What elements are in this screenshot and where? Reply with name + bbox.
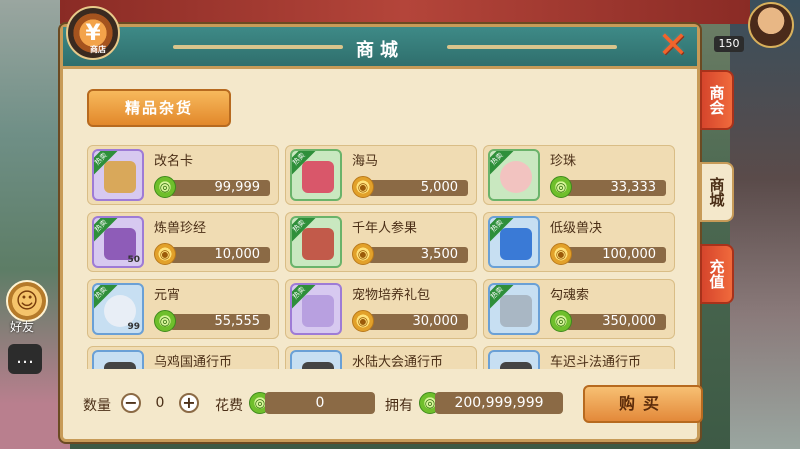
item-price: 30,000 <box>368 314 468 330</box>
owned-label: 拥有 <box>385 398 413 414</box>
item-icon: 热卖 50 <box>92 216 144 268</box>
silver-coin-icon: ◎ <box>154 310 176 332</box>
gold-coin-icon: ◉ <box>352 310 374 332</box>
tab-shangcheng[interactable]: 商城 <box>700 162 734 222</box>
emblem-caption: 商店 <box>90 45 106 54</box>
scene-top-banner <box>60 0 750 24</box>
item-icon <box>92 350 144 369</box>
item-grid[interactable]: 热卖 改名卡 99,999 ◎ 热卖 海马 5,000 ◉ 热卖 珍珠 33,333 ◎ 热卖 50 炼兽珍… <box>87 145 677 369</box>
item-name: 海马 <box>352 154 379 169</box>
item-price: 99,999 <box>170 180 270 196</box>
shop-item[interactable]: 热卖 海马 5,000 ◉ <box>285 145 477 205</box>
item-icon: 热卖 <box>488 149 540 201</box>
purchase-bar: 数量 − 0 + 花费 ◎ 0 拥有 ◎ 200,999,999 购买 <box>83 385 703 423</box>
category-button[interactable]: 精品杂货 <box>87 89 231 127</box>
item-name: 千年人参果 <box>352 221 418 236</box>
shop-emblem-icon: ¥ 商店 <box>66 6 120 60</box>
item-name: 低级兽决 <box>550 221 603 236</box>
gold-coin-icon: ◉ <box>154 243 176 265</box>
shop-item[interactable]: 热卖 宠物培养礼包 30,000 ◉ <box>285 279 477 339</box>
item-name: 勾魂索 <box>550 288 590 303</box>
chat-icon: … <box>16 347 34 368</box>
item-art-icon <box>500 228 532 260</box>
friend-label: 好友 <box>10 320 35 334</box>
item-quantity: 50 <box>127 255 140 265</box>
shop-item[interactable]: 热卖 千年人参果 3,500 ◉ <box>285 212 477 272</box>
chat-button[interactable]: … <box>8 344 42 374</box>
item-art-icon <box>104 161 136 193</box>
item-name: 乌鸡国通行币 <box>154 355 233 369</box>
title-bar: 商城 ✕ <box>63 27 697 69</box>
item-name: 水陆大会通行币 <box>352 355 444 369</box>
shop-item[interactable]: 热卖 珍珠 33,333 ◎ <box>483 145 675 205</box>
item-price: 55,555 <box>170 314 270 330</box>
gold-coin-icon: ◉ <box>352 243 374 265</box>
gold-coin-icon: ◉ <box>352 176 374 198</box>
smile-icon: ☺ <box>15 288 39 314</box>
shop-item[interactable]: 热卖 改名卡 99,999 ◎ <box>87 145 279 205</box>
quantity-value[interactable]: 0 <box>145 392 175 414</box>
item-name: 改名卡 <box>154 154 194 169</box>
item-icon: 热卖 <box>92 149 144 201</box>
shop-item[interactable]: 热卖 低级兽决 100,000 ◉ <box>483 212 675 272</box>
silver-coin-icon: ◎ <box>154 176 176 198</box>
item-art-icon <box>500 295 532 327</box>
close-button[interactable]: ✕ <box>655 28 691 65</box>
item-name: 炼兽珍经 <box>154 221 207 236</box>
shop-item[interactable]: 水陆大会通行币 <box>285 346 477 369</box>
item-name: 元宵 <box>154 288 181 303</box>
item-art-icon <box>104 362 136 369</box>
item-icon <box>290 350 342 369</box>
item-art-icon <box>302 228 334 260</box>
item-icon: 热卖 <box>488 283 540 335</box>
player-avatar[interactable] <box>748 2 794 48</box>
item-art-icon <box>302 161 334 193</box>
shop-item[interactable]: 热卖 50 炼兽珍经 10,000 ◉ <box>87 212 279 272</box>
item-price: 10,000 <box>170 247 270 263</box>
item-icon <box>488 350 540 369</box>
item-price: 3,500 <box>368 247 468 263</box>
quantity-label: 数量 <box>83 398 111 414</box>
silver-coin-icon: ◎ <box>550 176 572 198</box>
item-price: 5,000 <box>368 180 468 196</box>
cost-value: 0 <box>265 392 375 414</box>
shop-item[interactable]: 车迟斗法通行币 <box>483 346 675 369</box>
item-quantity: 99 <box>127 322 140 332</box>
item-art-icon <box>500 362 532 369</box>
gold-coin-icon: ◉ <box>550 243 572 265</box>
item-name: 珍珠 <box>550 154 577 169</box>
cost-label: 花费 <box>215 398 243 414</box>
item-art-icon <box>500 161 532 193</box>
tab-shanghui[interactable]: 商会 <box>700 70 734 130</box>
item-icon: 热卖 <box>290 149 342 201</box>
close-icon: ✕ <box>657 25 689 66</box>
quantity-decrease-button[interactable]: − <box>121 393 141 413</box>
buy-button[interactable]: 购买 <box>583 385 703 423</box>
item-price: 100,000 <box>566 247 666 263</box>
item-art-icon <box>302 295 334 327</box>
player-level: 150 <box>714 36 744 52</box>
item-icon: 热卖 <box>488 216 540 268</box>
quantity-increase-button[interactable]: + <box>179 393 199 413</box>
scene-right <box>730 0 800 449</box>
window-title: 商城 <box>356 40 404 61</box>
shop-item[interactable]: 乌鸡国通行币 <box>87 346 279 369</box>
friend-button[interactable]: ☺ <box>6 280 48 322</box>
shop-panel: 商城 ✕ 精品杂货 热卖 改名卡 99,999 ◎ 热卖 海马 5,000 ◉ 热卖 珍珠 33,3… <box>60 24 703 442</box>
item-name: 车迟斗法通行币 <box>550 355 642 369</box>
emblem-symbol: ¥ <box>85 20 101 46</box>
item-price: 350,000 <box>566 314 666 330</box>
owned-value: 200,999,999 <box>435 392 563 414</box>
shop-item[interactable]: 热卖 勾魂索 350,000 ◎ <box>483 279 675 339</box>
item-name: 宠物培养礼包 <box>352 288 431 303</box>
item-price: 33,333 <box>566 180 666 196</box>
item-icon: 热卖 <box>290 283 342 335</box>
shop-item[interactable]: 热卖 99 元宵 55,555 ◎ <box>87 279 279 339</box>
silver-coin-icon: ◎ <box>550 310 572 332</box>
item-art-icon <box>302 362 334 369</box>
item-icon: 热卖 <box>290 216 342 268</box>
item-icon: 热卖 99 <box>92 283 144 335</box>
tab-chongzhi[interactable]: 充值 <box>700 244 734 304</box>
